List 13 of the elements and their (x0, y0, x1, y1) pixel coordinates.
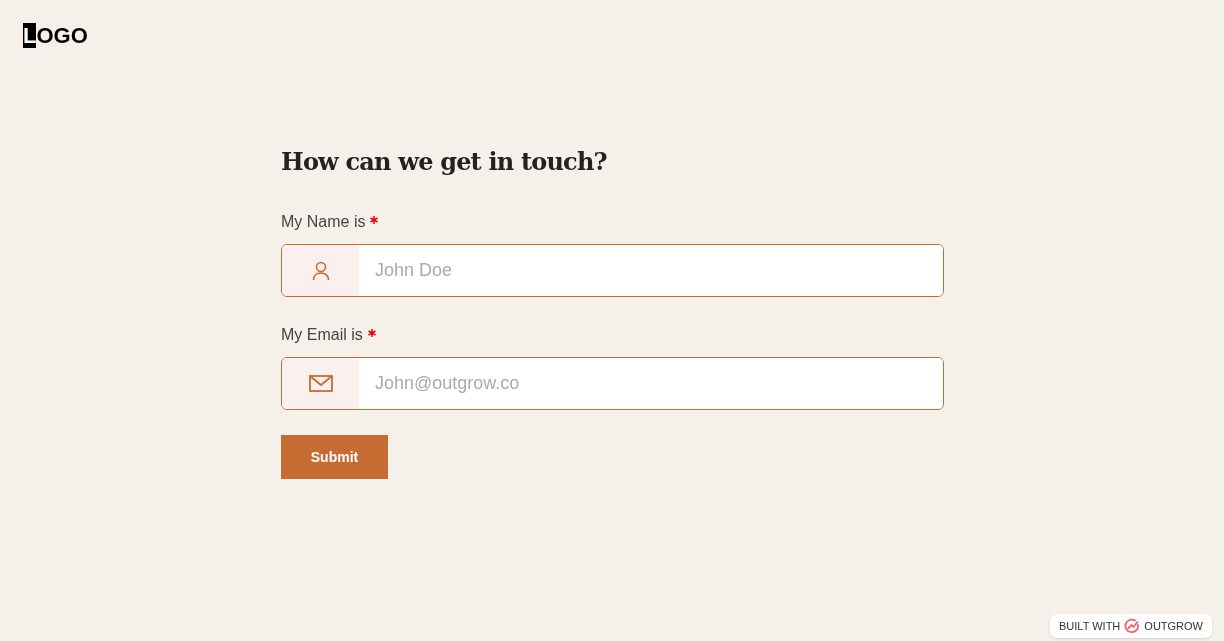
logo: LOGO (23, 25, 88, 47)
email-field[interactable]: John@outgrow.co (281, 357, 944, 410)
submit-button[interactable]: Submit (281, 435, 388, 479)
badge-text: BUILT WITH (1059, 618, 1121, 634)
field-label: My Name is (281, 212, 366, 232)
field-label: My Email is (281, 325, 363, 345)
form-title: How can we get in touch? (281, 146, 608, 178)
user-icon (311, 260, 330, 281)
brand-name: OUTGROW (1144, 618, 1203, 634)
envelope-icon (308, 375, 333, 392)
name-field[interactable]: John Doe (281, 244, 944, 297)
built-with-badge[interactable]: BUILT WITH OUTGROW (1050, 614, 1212, 638)
brand-icon (1124, 618, 1141, 634)
